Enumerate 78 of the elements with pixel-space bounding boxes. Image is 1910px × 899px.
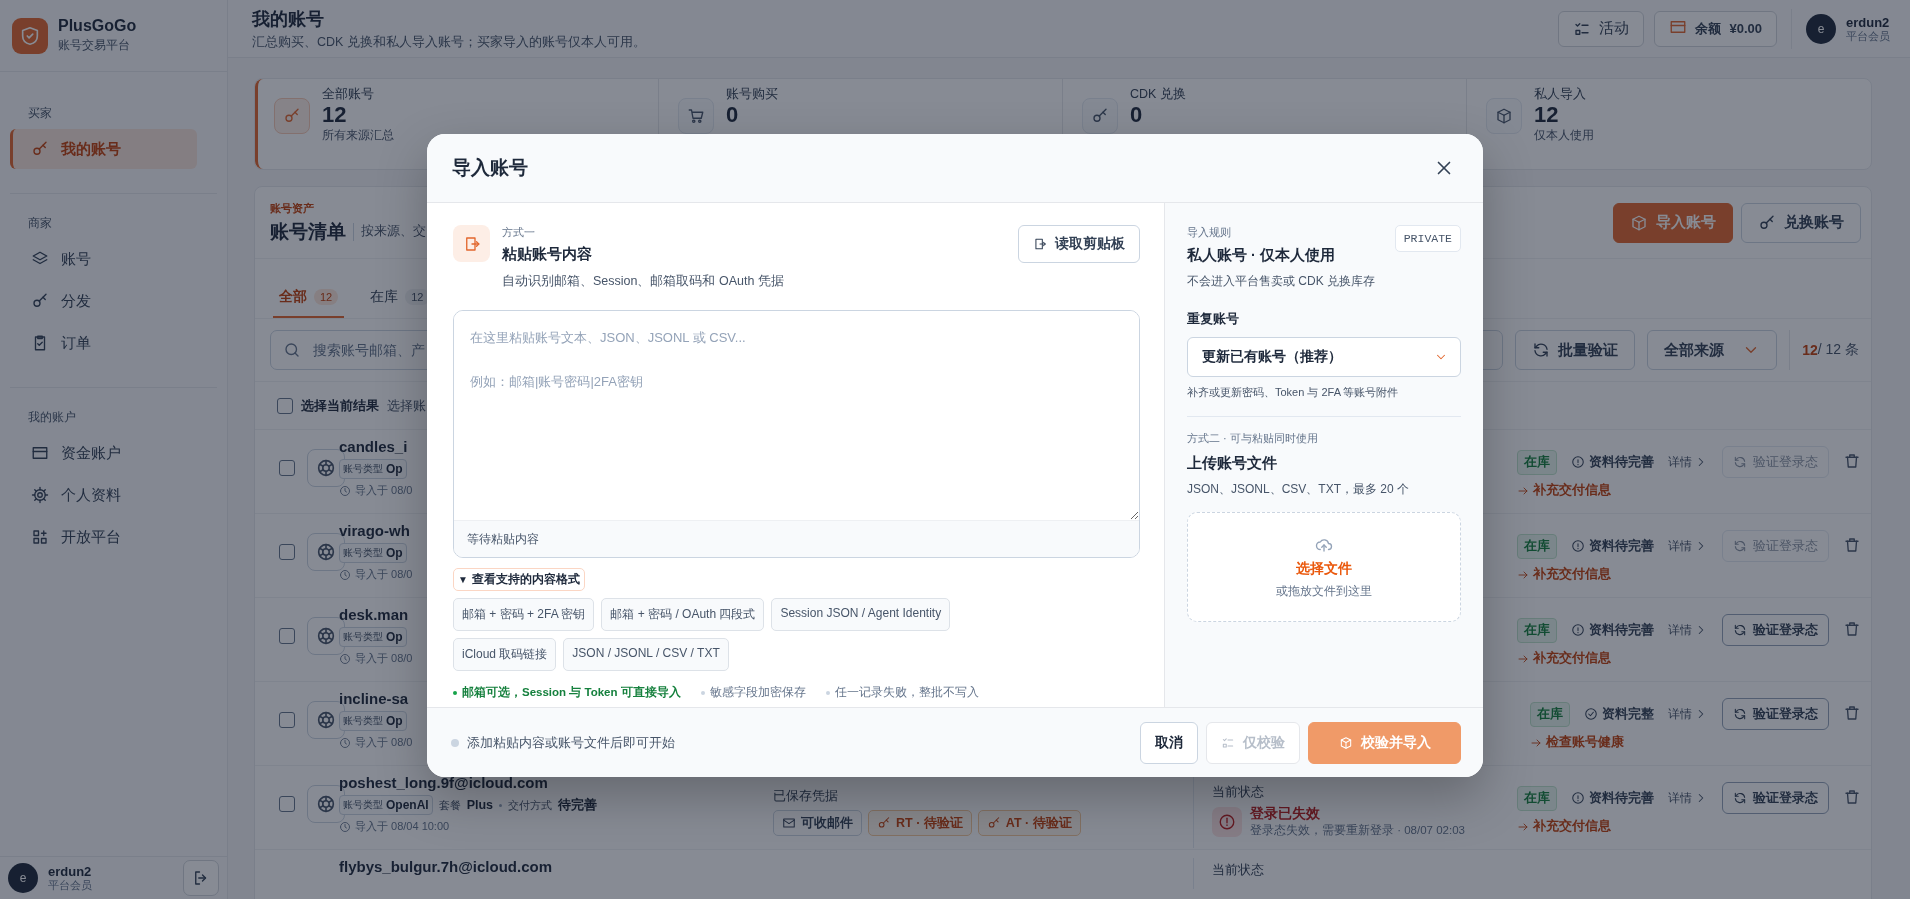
format-tag: 邮箱 + 密码 / OAuth 四段式 bbox=[601, 598, 765, 631]
section-description: 按来源、交 bbox=[361, 223, 426, 240]
private-badge: PRIVATE bbox=[1394, 225, 1461, 252]
step-title: 上传账号文件 bbox=[1187, 454, 1277, 473]
delivery-value: 待完善 bbox=[558, 796, 598, 814]
account-email: desk.man bbox=[339, 606, 409, 623]
account-type-tag: 账号类型 Op bbox=[339, 459, 407, 479]
profile-status: 资料待完善 bbox=[1571, 621, 1654, 639]
user-name: erdun2 bbox=[48, 864, 92, 879]
paste-status: 等待粘贴内容 bbox=[454, 520, 1139, 557]
rules-eyebrow: 导入规则 bbox=[1187, 225, 1231, 240]
stock-badge: 在库 bbox=[1517, 617, 1557, 643]
format-tag: iCloud 取码链接 bbox=[453, 638, 557, 671]
import-time: 导入于 08/0 bbox=[339, 567, 413, 582]
brand-name: PlusGoGo bbox=[58, 17, 137, 35]
brand-tagline: 账号交易平台 bbox=[58, 37, 131, 54]
rules-title: 私人账号 · 仅本人使用 bbox=[1187, 246, 1335, 265]
status-title: 登录已失效 bbox=[1250, 805, 1321, 823]
nav-section-title: 我的账户 bbox=[27, 410, 77, 425]
profile-status: 资料待完善 bbox=[1571, 537, 1654, 555]
delivery-label: 交付方式 bbox=[508, 797, 553, 813]
select-all-label: 选择当前结果 bbox=[301, 396, 379, 415]
account-email: virago-wh bbox=[339, 522, 410, 539]
import-time: 导入于 08/0 bbox=[339, 735, 413, 750]
account-type-tag: 账号类型 Op bbox=[339, 627, 407, 647]
account-email: incline-sa bbox=[339, 690, 409, 707]
status-label: 当前状态 bbox=[1212, 784, 1264, 801]
import-time: 导入于 08/0 bbox=[339, 651, 413, 666]
nav-section-title: 买家 bbox=[27, 106, 53, 121]
step-description: JSON、JSONL、CSV、TXT，最多 20 个 bbox=[1187, 481, 1410, 498]
step-label: 方式一 bbox=[502, 225, 535, 240]
note-item: 敏感字段加密保存 bbox=[700, 685, 806, 700]
account-type-tag: 账号类型 OpenAI bbox=[339, 795, 433, 815]
plan-value: Plus bbox=[466, 798, 494, 812]
stock-badge: 在库 bbox=[1517, 533, 1557, 559]
status-detail: 登录态失效，需要重新登录 · 08/07 02:03 bbox=[1250, 823, 1465, 838]
selection-hint: 选择账 bbox=[387, 396, 426, 415]
profile-status: 资料待完善 bbox=[1571, 453, 1654, 471]
plan-label: 套餐 bbox=[438, 797, 461, 813]
stock-badge: 在库 bbox=[1530, 701, 1570, 727]
credential-tag: 可收邮件 bbox=[773, 810, 862, 836]
footer-status: 添加粘贴内容或账号文件后即可开始 bbox=[451, 733, 675, 752]
credential-tag: RT · 待验证 bbox=[868, 810, 972, 836]
user-role: 平台会员 bbox=[48, 879, 92, 892]
page-subtitle: 汇总购买、CDK 兑换和私人导入账号；买家导入的账号仅本人可用。 bbox=[252, 33, 646, 51]
credentials-label: 已保存凭据 bbox=[773, 788, 838, 805]
account-type-tag: 账号类型 Op bbox=[339, 711, 407, 731]
field-hint: 补齐或更新密码、Token 与 2FA 等账号附件 bbox=[1187, 385, 1399, 400]
rules-description: 不会进入平台售卖或 CDK 兑换库存 bbox=[1187, 273, 1375, 290]
user-role: 平台会员 bbox=[1846, 29, 1890, 43]
note-item: 邮箱可选，Session 与 Token 可直接导入 bbox=[453, 685, 681, 700]
page-title: 我的账号 bbox=[252, 7, 325, 31]
account-email: poshest_long.9f@icloud.com bbox=[339, 774, 548, 791]
nav-section-title: 商家 bbox=[27, 216, 53, 231]
format-tag: JSON / JSONL / CSV / TXT bbox=[563, 638, 729, 671]
profile-status: 资料待完善 bbox=[1571, 789, 1654, 807]
stock-badge: 在库 bbox=[1517, 449, 1557, 475]
field-label: 重复账号 bbox=[1187, 310, 1239, 328]
section-eyebrow: 账号资产 bbox=[270, 200, 314, 216]
profile-status: 资料完整 bbox=[1584, 705, 1654, 723]
step-description: 自动识别邮箱、Session、邮箱取码和 OAuth 凭据 bbox=[502, 273, 784, 290]
stock-badge: 在库 bbox=[1517, 785, 1557, 811]
import-time: 导入于 08/04 10:00 bbox=[339, 819, 450, 834]
step-title: 粘贴账号内容 bbox=[502, 245, 592, 264]
dropzone-hint: 或拖放文件到这里 bbox=[1276, 583, 1372, 599]
result-count: 12/ 12 条 bbox=[1789, 330, 1859, 370]
note-item: 任一记录失败，整批不写入 bbox=[825, 685, 979, 700]
account-email: candles_i bbox=[339, 438, 408, 455]
format-tag: 邮箱 + 密码 + 2FA 密钥 bbox=[453, 598, 595, 631]
account-type-tag: 账号类型 Op bbox=[339, 543, 407, 563]
step-label: 方式二 · 可与粘贴同时使用 bbox=[1187, 431, 1318, 446]
user-name: erdun2 bbox=[1846, 14, 1890, 30]
section-title: 账号清单 bbox=[270, 219, 346, 244]
status-label: 当前状态 bbox=[1212, 862, 1264, 879]
import-time: 导入于 08/0 bbox=[339, 483, 413, 498]
format-tag: Session JSON / Agent Identity bbox=[771, 598, 951, 631]
credential-tag: AT · 待验证 bbox=[977, 810, 1081, 836]
account-email: flybys_bulgur.7h@icloud.com bbox=[339, 858, 552, 875]
